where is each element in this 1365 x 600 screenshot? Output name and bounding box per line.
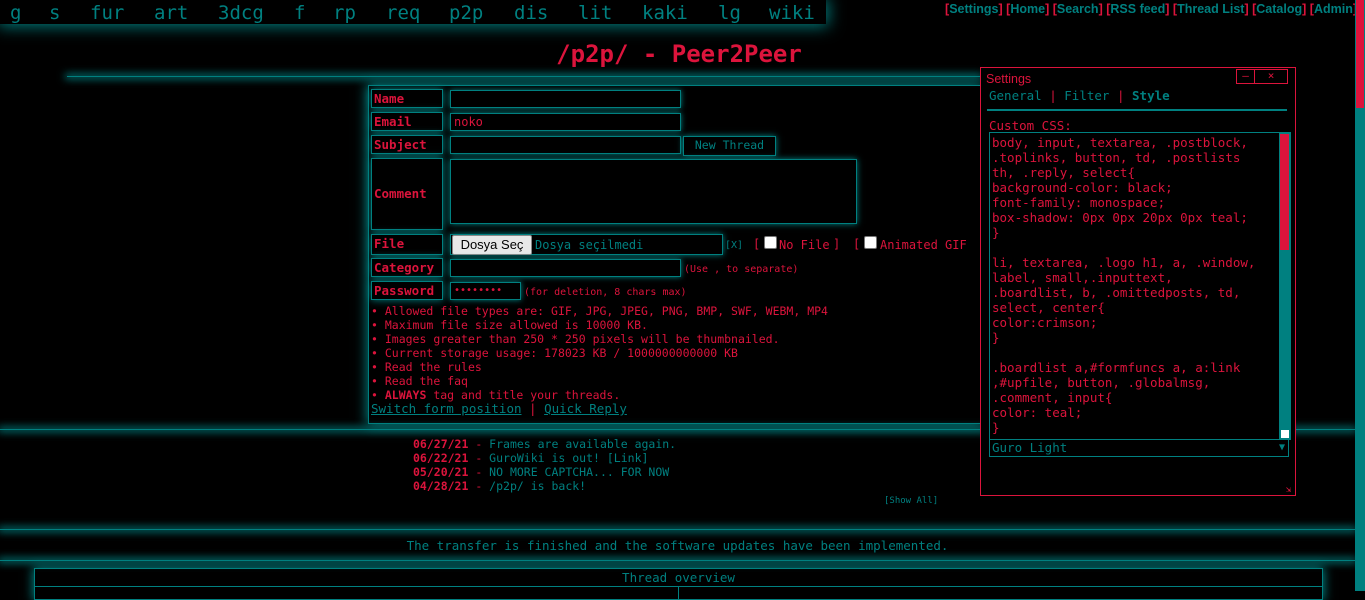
rule-item-rules-link[interactable]: • Read the rules: [371, 360, 828, 374]
close-button[interactable]: ×: [1254, 69, 1288, 84]
animated-gif-checkbox[interactable]: [864, 236, 877, 249]
category-input[interactable]: [450, 259, 681, 277]
thread-overview-title: Thread overview: [622, 570, 735, 585]
news-item: 05/20/21 - NO MORE CAPTCHA... FOR NOW: [413, 465, 670, 479]
board-link-f[interactable]: f: [294, 2, 305, 24]
board-link-p2p[interactable]: p2p: [449, 2, 483, 24]
theme-select[interactable]: Guro Light ▼: [989, 439, 1289, 457]
settings-title: Settings: [986, 72, 1032, 86]
toplink-rss-feed[interactable]: RSS feed: [1110, 2, 1165, 16]
custom-css-text: body, input, textarea, .postblock, .topl…: [992, 135, 1256, 435]
board-link-wiki[interactable]: wiki: [769, 2, 815, 24]
board-link-g[interactable]: g: [10, 2, 21, 24]
news-link[interactable]: [Link]: [607, 451, 649, 465]
divider: [67, 76, 980, 77]
announcements: 06/27/21 - Frames are available again. 0…: [413, 437, 676, 493]
board-link-fur[interactable]: fur: [90, 2, 124, 24]
board-nav: g s fur art 3dcg f rp req p2p dis lit kaki lg wiki: [0, 0, 826, 24]
switch-form-position-link[interactable]: Switch form position: [371, 401, 522, 416]
show-all-link[interactable]: [Show All]: [884, 496, 938, 506]
custom-css-textarea[interactable]: body, input, textarea, .postblock, .topl…: [989, 132, 1291, 440]
tab-filter[interactable]: Filter: [1064, 88, 1109, 103]
animated-gif-label: Animated GIF: [880, 238, 967, 252]
rule-item-faq-link[interactable]: • Read the faq: [371, 374, 828, 388]
no-file-checkbox[interactable]: [764, 236, 777, 249]
post-form: Name Email noko Subject New Thread Comme…: [368, 85, 982, 424]
divider: [0, 529, 1355, 530]
quick-reply-link[interactable]: Quick Reply: [544, 401, 627, 416]
comment-textarea[interactable]: [450, 159, 857, 224]
board-link-3dcg[interactable]: 3dcg: [218, 2, 264, 24]
animated-gif-bracket: [: [853, 237, 861, 251]
password-input[interactable]: ••••••••: [450, 282, 521, 300]
category-hint: (Use , to separate): [684, 264, 799, 275]
file-clear-link[interactable]: [X]: [725, 240, 743, 251]
no-file-label: No File: [779, 238, 830, 252]
custom-css-label: Custom CSS:: [989, 118, 1072, 133]
news-item: 04/28/21 - /p2p/ is back!: [413, 479, 587, 493]
board-link-lg[interactable]: lg: [718, 2, 741, 24]
name-input[interactable]: [450, 90, 681, 108]
tab-general[interactable]: General: [989, 88, 1042, 103]
page-title: /p2p/ - Peer2Peer: [556, 40, 802, 68]
category-label: Category: [371, 258, 443, 277]
top-links: [Settings] [Home] [Search] [RSS feed] [T…: [945, 2, 1357, 16]
board-link-dis[interactable]: dis: [514, 2, 548, 24]
rule-item: • Images greater than 250 * 250 pixels w…: [371, 332, 780, 346]
comment-label: Comment: [371, 158, 443, 230]
rule-item: • Current storage usage: 178023 KB / 100…: [371, 346, 738, 360]
settings-window: Settings — × General | Filter | Style Cu…: [980, 67, 1296, 496]
board-link-lit[interactable]: lit: [578, 2, 612, 24]
tab-style[interactable]: Style: [1132, 88, 1170, 103]
name-label: Name: [371, 89, 443, 108]
new-thread-button[interactable]: New Thread: [683, 136, 776, 156]
toplink-admin[interactable]: Admin: [1314, 2, 1353, 16]
divider: [678, 586, 679, 600]
rule-item: • ALWAYS tag and title your threads.: [371, 388, 621, 402]
global-message: The transfer is finished and the softwar…: [406, 538, 949, 553]
window-resize-icon[interactable]: ⇲: [1286, 486, 1294, 495]
rule-item: • Allowed file types are: GIF, JPG, JPEG…: [371, 304, 828, 318]
theme-select-value: Guro Light: [992, 440, 1068, 455]
divider: [0, 560, 1355, 561]
form-links: Switch form position | Quick Reply: [371, 401, 627, 416]
subject-label: Subject: [371, 135, 443, 154]
resize-handle-icon[interactable]: [1281, 430, 1289, 438]
rule-item: • Maximum file size allowed is 10000 KB.: [371, 318, 648, 332]
no-file-bracket: [: [753, 237, 761, 251]
board-link-art[interactable]: art: [154, 2, 188, 24]
news-item: 06/22/21 - GuroWiki is out! [Link]: [413, 451, 649, 465]
toplink-home[interactable]: Home: [1010, 2, 1045, 16]
divider: [987, 109, 1287, 111]
chevron-down-icon: ▼: [1278, 442, 1285, 453]
thread-overview: Thread overview: [34, 568, 1323, 600]
toplink-settings[interactable]: Settings: [949, 2, 998, 16]
news-item: 06/27/21 - Frames are available again.: [413, 437, 677, 451]
css-scrollbar-thumb[interactable]: [1280, 134, 1289, 250]
toplink-thread-list[interactable]: Thread List: [1177, 2, 1244, 16]
toplink-catalog[interactable]: Catalog: [1256, 2, 1302, 16]
choose-file-button[interactable]: Dosya Seç: [452, 235, 532, 255]
file-label: File: [371, 234, 443, 255]
password-hint: (for deletion, 8 chars max): [524, 287, 687, 298]
board-link-rp[interactable]: rp: [333, 2, 356, 24]
email-label: Email: [371, 112, 443, 131]
board-link-req[interactable]: req: [386, 2, 420, 24]
subject-input[interactable]: [450, 136, 681, 154]
minimize-button[interactable]: —: [1236, 69, 1255, 84]
toplink-search[interactable]: Search: [1057, 2, 1099, 16]
no-file-bracket-close: ]: [833, 237, 841, 251]
password-label: Password: [371, 281, 443, 300]
file-status: Dosya seçilmedi: [535, 238, 644, 252]
board-link-s[interactable]: s: [49, 2, 60, 24]
board-link-kaki[interactable]: kaki: [642, 2, 688, 24]
settings-tabs: General | Filter | Style: [989, 88, 1170, 103]
form-rules: • Allowed file types are: GIF, JPG, JPEG…: [371, 304, 828, 416]
email-input[interactable]: noko: [450, 113, 681, 131]
